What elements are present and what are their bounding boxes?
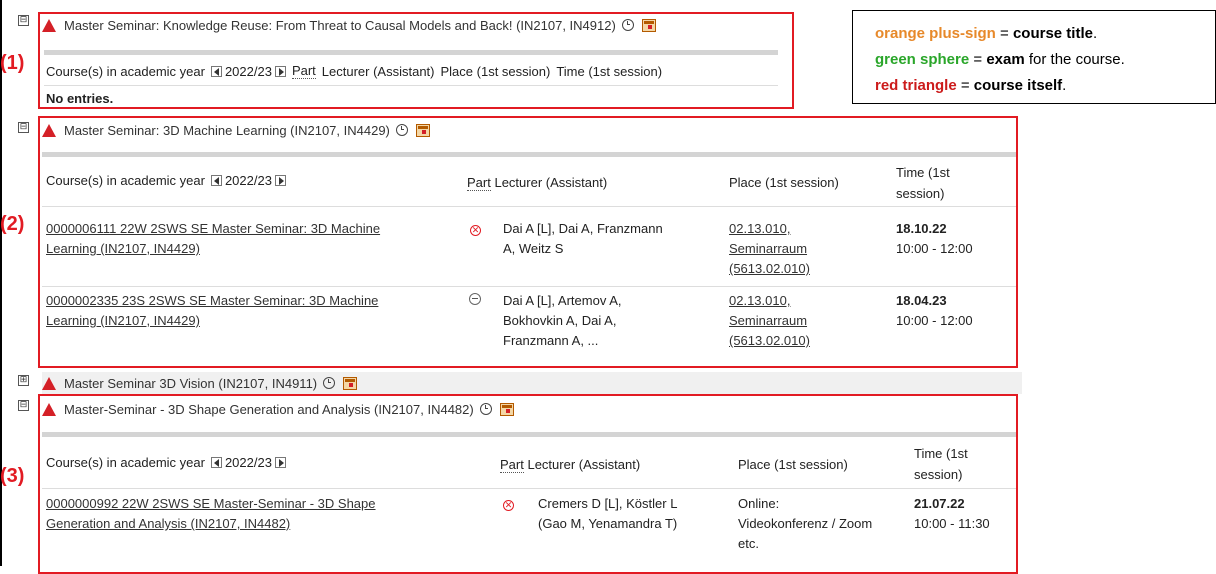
module-header-collapsed: Master Seminar 3D Vision (IN2107, IN4911…	[42, 372, 1022, 394]
marker-1: (1)	[0, 52, 25, 74]
minus-square-icon[interactable]: ⊟	[18, 122, 29, 133]
highlight-box-3	[38, 394, 1018, 574]
legend-rest: for the course.	[1024, 51, 1125, 68]
legend-def-course: course itself	[973, 77, 1063, 94]
red-triangle-icon	[42, 376, 56, 390]
calendar-icon[interactable]	[343, 376, 358, 390]
legend-eq: =	[969, 51, 987, 68]
module-title[interactable]: Master Seminar 3D Vision (IN2107, IN4911…	[64, 376, 317, 391]
legend-end: .	[1062, 77, 1067, 94]
legend-line-exam: green sphere = exam for the course.	[875, 51, 1125, 68]
legend-term-red: red triangle	[875, 77, 957, 94]
minus-square-icon[interactable]: ⊟	[18, 15, 29, 26]
legend-def-exam: exam	[986, 51, 1025, 68]
minus-square-icon[interactable]: ⊟	[18, 400, 29, 411]
clock-icon[interactable]	[323, 377, 336, 389]
legend-eq: =	[956, 77, 974, 94]
plus-square-icon[interactable]: ⊞	[18, 375, 29, 386]
marker-3: (3)	[0, 465, 25, 487]
highlight-box-1	[38, 12, 794, 109]
highlight-box-2	[38, 116, 1018, 368]
legend-term-green: green sphere	[875, 51, 970, 68]
marker-2: (2)	[0, 213, 25, 235]
legend-line-course: red triangle = course itself.	[875, 77, 1066, 94]
